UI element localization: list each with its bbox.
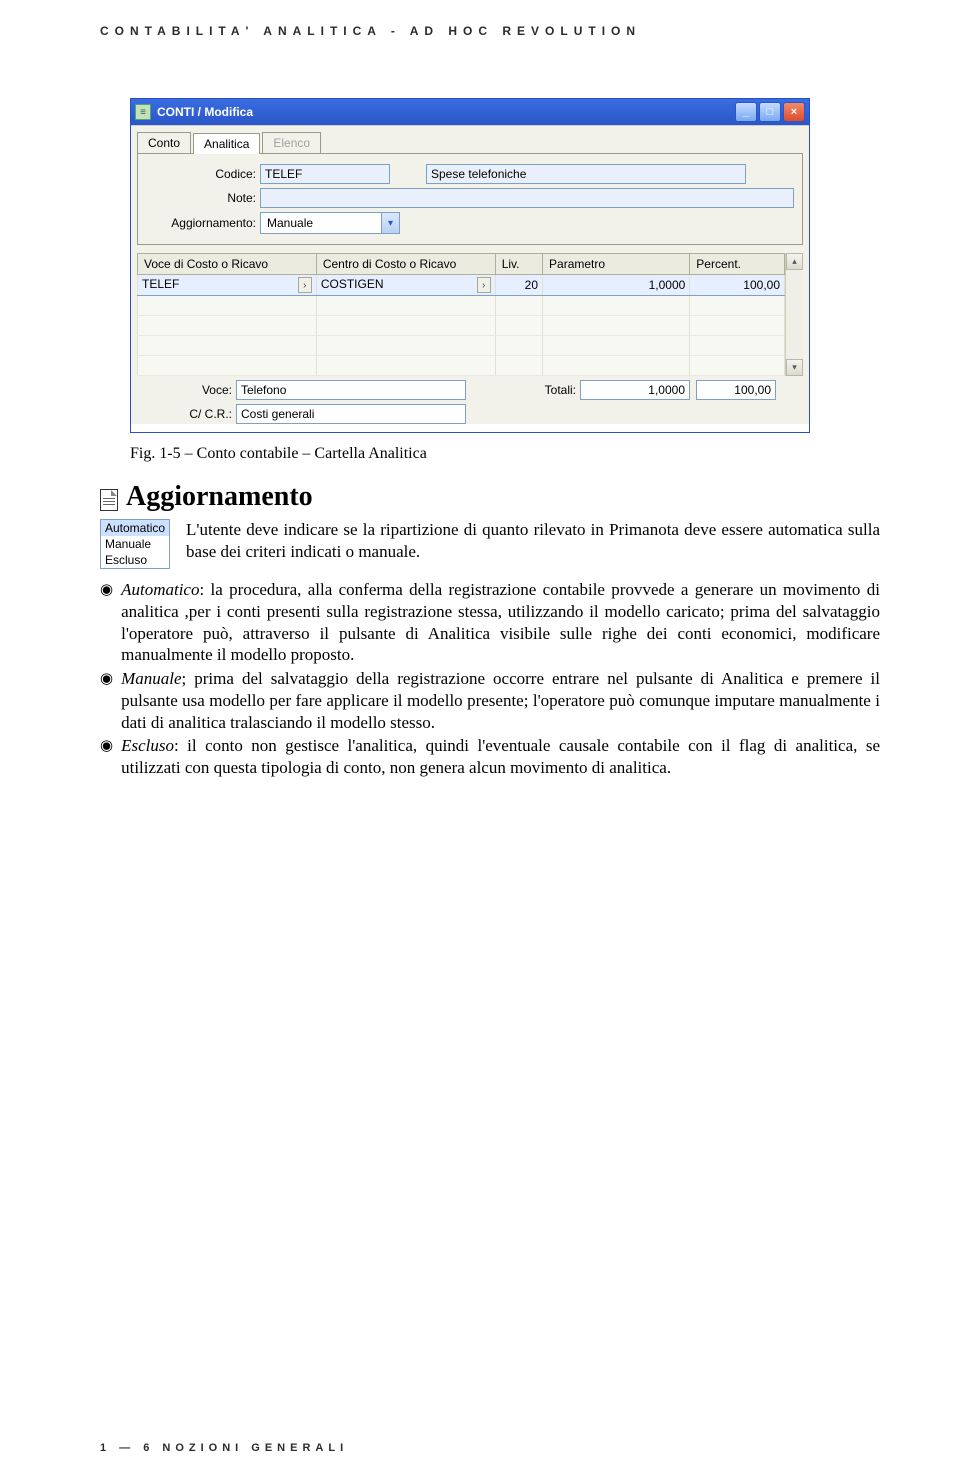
- field-tot-param: 1,0000: [580, 380, 690, 400]
- col-centro[interactable]: Centro di Costo o Ricavo: [316, 254, 495, 275]
- grid-row[interactable]: [138, 336, 785, 356]
- section-title: Aggiornamento: [126, 481, 313, 513]
- list-item[interactable]: Automatico: [101, 520, 169, 536]
- close-button[interactable]: ×: [783, 102, 805, 122]
- field-ccr[interactable]: Costi generali: [236, 404, 466, 424]
- window-title: CONTI / Modifica: [157, 105, 735, 119]
- bullet-icon: ◉: [100, 670, 113, 735]
- field-tot-percent: 100,00: [696, 380, 776, 400]
- bullet-text: Automatico: la procedura, alla conferma …: [121, 579, 880, 666]
- scroll-up-icon[interactable]: ▴: [786, 253, 803, 270]
- cell-percent: 100,00: [690, 275, 785, 296]
- bullet-text: Manuale; prima del salvataggio della reg…: [121, 668, 880, 733]
- list-item[interactable]: Manuale: [101, 536, 169, 552]
- label-note: Note:: [146, 191, 256, 205]
- cell-param: 1,0000: [543, 275, 690, 296]
- tab-conto[interactable]: Conto: [137, 132, 191, 153]
- window-conti-modifica: ≡ CONTI / Modifica _ □ × Conto Analitica…: [130, 98, 810, 433]
- label-voce: Voce:: [137, 383, 232, 397]
- figure-caption: Fig. 1-5 – Conto contabile – Cartella An…: [130, 445, 880, 463]
- intro-paragraph: L'utente deve indicare se la ripartizion…: [186, 519, 880, 563]
- field-note[interactable]: [260, 188, 794, 208]
- field-codice-desc[interactable]: Spese telefoniche: [426, 164, 746, 184]
- label-aggiornamento: Aggiornamento:: [146, 216, 256, 230]
- maximize-button[interactable]: □: [759, 102, 781, 122]
- label-ccr: C/ C.R.:: [137, 407, 232, 421]
- combo-aggiornamento-value: Manuale: [261, 216, 381, 230]
- document-icon: [100, 489, 118, 511]
- bullet-text: Escluso: il conto non gestisce l'analiti…: [121, 735, 880, 779]
- grid-scrollbar[interactable]: ▴ ▾: [785, 253, 803, 376]
- bullet-icon: ◉: [100, 581, 113, 668]
- grid-row[interactable]: [138, 356, 785, 376]
- grid-row[interactable]: TELEF › COSTIGEN › 20 1,0000 100,00: [138, 275, 785, 296]
- field-voce[interactable]: Telefono: [236, 380, 466, 400]
- col-voce[interactable]: Voce di Costo o Ricavo: [138, 254, 317, 275]
- chevron-down-icon[interactable]: ▾: [381, 213, 399, 233]
- tab-analitica[interactable]: Analitica: [193, 133, 260, 154]
- titlebar: ≡ CONTI / Modifica _ □ ×: [131, 99, 809, 125]
- lookup-icon[interactable]: ›: [298, 277, 312, 293]
- tab-elenco[interactable]: Elenco: [262, 132, 321, 153]
- grid-ripartizione[interactable]: Voce di Costo o Ricavo Centro di Costo o…: [137, 253, 785, 376]
- window-icon: ≡: [135, 104, 151, 120]
- label-totali: Totali:: [466, 383, 576, 397]
- cell-voce: TELEF: [142, 277, 179, 291]
- lookup-icon[interactable]: ›: [477, 277, 491, 293]
- scroll-down-icon[interactable]: ▾: [786, 359, 803, 376]
- grid-row[interactable]: [138, 296, 785, 316]
- grid-row[interactable]: [138, 316, 785, 336]
- combo-aggiornamento[interactable]: Manuale ▾: [260, 212, 400, 234]
- label-codice: Codice:: [146, 167, 256, 181]
- field-codice[interactable]: TELEF: [260, 164, 390, 184]
- col-percent[interactable]: Percent.: [690, 254, 785, 275]
- col-param[interactable]: Parametro: [543, 254, 690, 275]
- cell-centro: COSTIGEN: [321, 277, 384, 291]
- cell-liv: 20: [495, 275, 542, 296]
- page-header: CONTABILITA' ANALITICA - AD HOC REVOLUTI…: [100, 24, 880, 38]
- minimize-button[interactable]: _: [735, 102, 757, 122]
- list-item[interactable]: Escluso: [101, 552, 169, 568]
- page-footer: 1 — 6 NOZIONI GENERALI: [100, 1442, 348, 1454]
- col-liv[interactable]: Liv.: [495, 254, 542, 275]
- bullet-icon: ◉: [100, 737, 113, 781]
- bullet-list: ◉ Automatico: la procedura, alla conferm…: [100, 579, 880, 779]
- aggiornamento-listbox[interactable]: Automatico Manuale Escluso: [100, 519, 170, 569]
